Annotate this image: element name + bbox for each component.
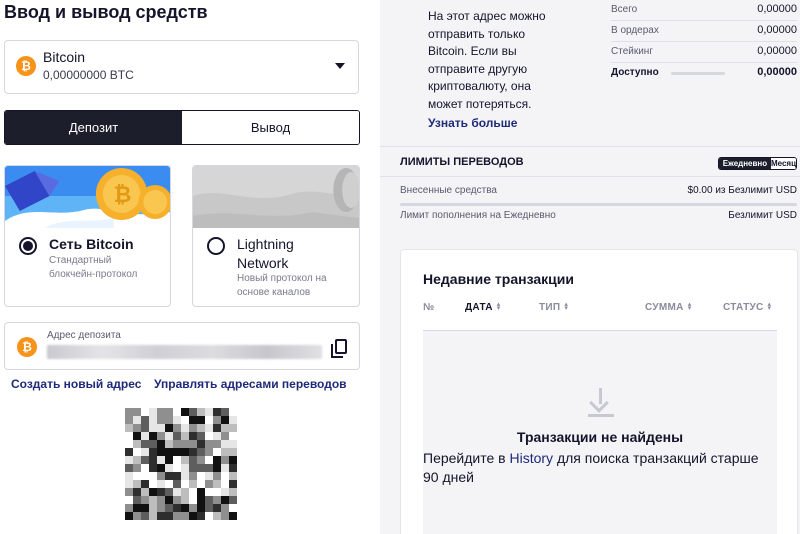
create-new-address-link[interactable]: Создать новый адрес: [11, 377, 141, 391]
warning-line: может потеряться.: [428, 96, 532, 111]
sort-icon[interactable]: ▴ ▾: [688, 301, 692, 312]
lightning-network-illustration: [193, 166, 359, 228]
asset-balance: 0,00000000 BTC: [43, 68, 134, 82]
sort-icon[interactable]: ▴ ▾: [768, 301, 772, 312]
toggle-monthly[interactable]: Месяц: [770, 158, 796, 169]
limit-row-deposited: Внесенные средства $0.00 из Безлимит USD: [400, 185, 797, 196]
balance-row-available: Доступно 0,00000: [611, 63, 797, 84]
empty-transactions-state: Транзакции не найдены Перейдите в Histor…: [423, 331, 777, 534]
column-header-type[interactable]: ТИП ▴ ▾: [539, 301, 568, 313]
network-card-lightning[interactable]: Lightning Network Новый протокол на осно…: [192, 165, 360, 307]
limit-row-daily: Лимит пополнения на Ежедневно Безлимит U…: [400, 210, 797, 221]
column-label: СТАТУС: [723, 302, 764, 313]
history-link[interactable]: History: [510, 450, 554, 466]
manage-addresses-link[interactable]: Управлять адресами переводов: [154, 377, 347, 391]
panel-divider: [372, 0, 380, 534]
bitcoin-network-illustration: ₿: [5, 166, 170, 228]
limits-period-toggle: Ежедневно Месяц: [718, 157, 797, 170]
network-radio-lightning[interactable]: [207, 237, 225, 255]
toggle-daily[interactable]: Ежедневно: [719, 158, 771, 169]
page-title: Ввод и вывод средств: [4, 2, 208, 22]
limit-value: $0.00 из Безлимит USD: [687, 185, 797, 196]
tab-deposit[interactable]: Депозит: [5, 111, 182, 144]
network-desc-lightning-line2: основе каналов: [237, 287, 311, 298]
deposit-address-label: Адрес депозита: [47, 330, 121, 341]
column-header-number: №: [423, 302, 434, 313]
network-title-bitcoin: Сеть Bitcoin: [49, 236, 134, 252]
deposit-address-value-redacted: [47, 345, 322, 359]
asset-name: Bitcoin: [43, 49, 86, 65]
balance-label: Доступно: [611, 67, 659, 78]
network-warning: На этот адрес можно отправить только Bit…: [428, 8, 558, 114]
balance-value: 0,00000: [757, 66, 797, 78]
column-label: ДАТА: [465, 302, 493, 313]
divider: [380, 176, 800, 177]
recent-transactions-card: Недавние транзакции № ДАТА ▴ ▾ ТИП ▴ ▾ СУММА…: [400, 249, 798, 534]
warning-line: криптовалюту, она: [428, 79, 531, 94]
balance-row-staking: Стейкинг 0,00000: [611, 42, 797, 63]
copy-icon[interactable]: [331, 339, 347, 358]
network-radio-bitcoin[interactable]: [19, 237, 37, 255]
network-card-bitcoin[interactable]: ₿ Сеть Bitcoin Стандартный блокчейн-прот…: [4, 165, 171, 307]
balance-label: Всего: [611, 4, 638, 15]
network-desc-lightning-line1: Новый протокол на: [237, 273, 327, 284]
column-header-date[interactable]: ДАТА ▴ ▾: [465, 301, 501, 313]
balance-value: 0,00000: [757, 24, 797, 36]
chevron-down-icon[interactable]: [335, 63, 345, 69]
balance-row-in-orders: В ордерах 0,00000: [611, 21, 797, 42]
learn-more-link[interactable]: Узнать больше: [428, 116, 517, 130]
limit-label: Лимит пополнения на Ежедневно: [400, 210, 556, 221]
bitcoin-icon: ₿: [17, 337, 37, 357]
download-icon: [588, 388, 614, 418]
column-header-status[interactable]: СТАТУС ▴ ▾: [723, 301, 772, 313]
empty-desc-prefix: Перейдите в: [423, 450, 510, 466]
bitcoin-icon: ₿: [16, 56, 36, 76]
sort-icon[interactable]: ▴ ▾: [564, 301, 568, 312]
deposit-qr-code-redacted: [125, 408, 237, 520]
limits-title: ЛИМИТЫ ПЕРЕВОДОВ: [400, 156, 524, 168]
warning-line: отправить только: [428, 26, 525, 41]
column-label: №: [423, 302, 435, 313]
network-title-lightning-line1: Lightning: [237, 236, 294, 252]
column-header-amount[interactable]: СУММА ▴ ▾: [645, 301, 692, 313]
network-title-lightning-line2: Network: [237, 255, 289, 271]
svg-text:₿: ₿: [114, 183, 132, 208]
sort-icon[interactable]: ▴ ▾: [497, 301, 501, 312]
asset-selector[interactable]: ₿ Bitcoin 0,00000000 BTC: [4, 40, 359, 94]
empty-title: Транзакции не найдены: [516, 429, 684, 445]
limit-value: Безлимит USD: [728, 210, 797, 221]
deposit-withdraw-panel: Ввод и вывод средств ₿ Bitcoin 0,0000000…: [0, 0, 372, 534]
limit-label: Внесенные средства: [400, 185, 497, 196]
network-desc-bitcoin-line1: Стандартный: [49, 255, 112, 266]
tab-withdraw[interactable]: Вывод: [182, 111, 359, 144]
warning-line: отправите другую: [428, 61, 528, 76]
column-label: ТИП: [539, 302, 561, 313]
info-panel: На этот адрес можно отправить только Bit…: [380, 0, 800, 534]
limit-progress-bar: [400, 203, 797, 206]
deposit-withdraw-tabs: Депозит Вывод: [4, 110, 360, 145]
balance-label: Стейкинг: [611, 46, 653, 57]
balance-label: В ордерах: [611, 25, 659, 36]
network-desc-bitcoin-line2: блокчейн-протокол: [49, 269, 138, 280]
column-label: СУММА: [645, 302, 684, 313]
warning-line: Bitcoin. Если вы: [428, 44, 517, 59]
balance-value: 0,00000: [757, 3, 797, 15]
available-bar: [671, 72, 725, 75]
divider: [380, 146, 800, 147]
warning-line: На этот адрес можно: [428, 9, 546, 23]
balance-value: 0,00000: [757, 45, 797, 57]
empty-description: Перейдите в History для поиска транзакци…: [423, 449, 777, 487]
balance-row-total: Всего 0,00000: [611, 0, 797, 21]
transactions-title: Недавние транзакции: [423, 271, 574, 287]
deposit-address-field[interactable]: ₿ Адрес депозита: [4, 322, 360, 370]
